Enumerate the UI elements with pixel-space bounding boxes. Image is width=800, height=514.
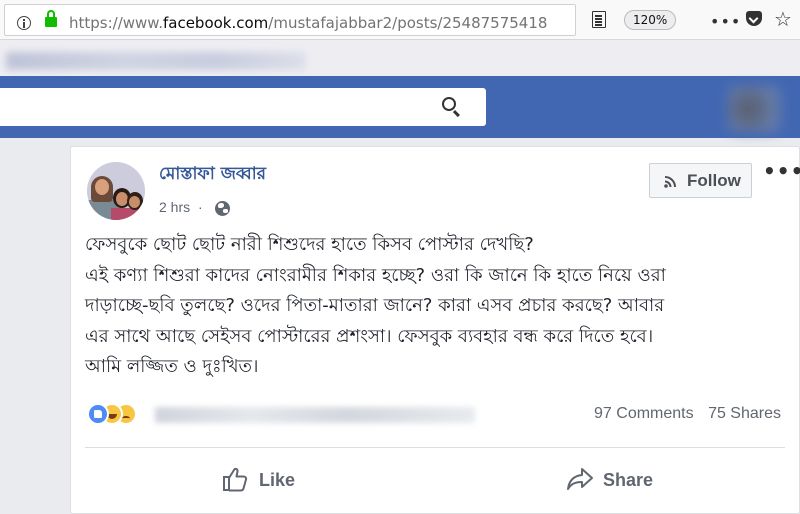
star-icon[interactable]: ☆ [774, 7, 792, 31]
rss-icon [664, 176, 676, 188]
share-icon [567, 468, 593, 490]
meta-separator: · [198, 199, 203, 215]
lock-icon[interactable] [45, 10, 57, 27]
post-line: এই কণ্যা শিশুরা কাদের নোংরামীর শিকার হচ্… [85, 264, 666, 286]
post-author-name[interactable]: মোস্তাফা জব্বার [159, 161, 266, 189]
info-icon[interactable] [17, 16, 31, 30]
follow-label: Follow [687, 171, 741, 190]
zoom-level[interactable]: 120% [624, 10, 677, 30]
search-icon[interactable] [442, 97, 456, 111]
comments-count[interactable]: 97 Comments [594, 405, 694, 422]
post-line: এর সাথে আছে সেইসব পোস্টারের প্রশংসা। ফেস… [85, 325, 654, 347]
url-bar[interactable]: https://www.facebook.com/mustafajabbar2/… [4, 4, 576, 36]
like-label: Like [259, 470, 296, 490]
post-timestamp[interactable]: 2 hrs [159, 199, 190, 215]
divider [85, 447, 785, 448]
post-line: দাড়াচ্ছে-ছবি তুলছে? ওদের পিতা-মাতারা জা… [85, 295, 665, 316]
post-line: আমি লজ্জিত ও দুঃখিত। [85, 356, 259, 377]
avatar[interactable] [87, 162, 145, 220]
follow-button[interactable]: Follow [649, 163, 752, 198]
browser-toolbar: https://www.facebook.com/mustafajabbar2/… [0, 0, 800, 40]
post-line: ফেসবুকে ছোট ছোট নারী শিশুদের হাতে কিসব প… [85, 234, 534, 255]
reader-view-icon[interactable] [592, 11, 606, 28]
blurred-profile-avatar[interactable] [728, 86, 780, 132]
post-options-icon[interactable]: ••• [763, 159, 800, 183]
post-card: মোস্তাফা জব্বার 2 hrs · Follow ••• ফেসবু… [70, 146, 800, 514]
reaction-icons[interactable] [87, 403, 147, 425]
pocket-icon[interactable] [746, 11, 762, 26]
like-icon [223, 467, 248, 492]
post-text: ফেসবুকে ছোট ছোট নারী শিশুদের হাতে কিসব প… [85, 230, 791, 383]
facebook-header [0, 76, 800, 138]
shares-count[interactable]: 75 Shares [708, 405, 781, 422]
like-reaction-icon [87, 403, 109, 425]
blurred-reactor-names[interactable] [155, 407, 475, 423]
share-label: Share [603, 470, 654, 490]
search-input[interactable] [0, 88, 486, 126]
blurred-tab-strip [0, 40, 800, 76]
more-dots-icon[interactable]: ••• [710, 12, 741, 31]
engagement-counts: 97 Comments 75 Shares [594, 405, 781, 423]
url-text[interactable]: https://www.facebook.com/mustafajabbar2/… [69, 14, 549, 32]
globe-icon[interactable] [215, 201, 230, 216]
